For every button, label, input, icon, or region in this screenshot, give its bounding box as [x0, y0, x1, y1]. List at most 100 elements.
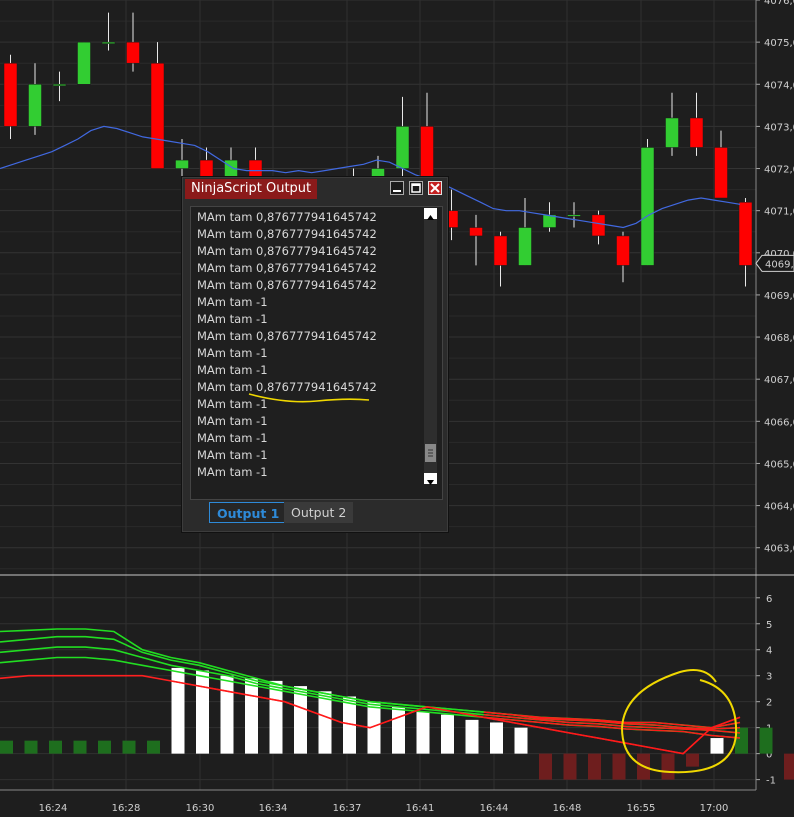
- price-tick-label: 4068,0: [764, 333, 794, 344]
- close-icon: [430, 183, 440, 193]
- candle-body: [3, 62, 18, 127]
- candle-body: [395, 126, 410, 169]
- window-title: NinjaScript Output: [185, 179, 318, 199]
- window-titlebar[interactable]: NinjaScript Output: [183, 178, 447, 199]
- price-tick-label: 4071,0: [764, 207, 794, 218]
- histogram-bar: [514, 727, 528, 754]
- histogram-bar: [269, 680, 283, 754]
- scroll-down-button[interactable]: [424, 473, 437, 485]
- histogram-bar: [24, 740, 38, 754]
- time-tick-label: 17:00: [700, 803, 729, 814]
- scroll-thumb[interactable]: [425, 444, 436, 462]
- histogram-bar: [759, 727, 773, 754]
- histogram-bar: [196, 670, 209, 754]
- price-tick-label: 4069,0: [764, 291, 794, 302]
- histogram-bar: [539, 753, 552, 780]
- indicator-tick-label: 4: [766, 646, 772, 657]
- price-tick-label: 4067,0: [764, 375, 794, 386]
- time-tick-label: 16:34: [259, 803, 288, 814]
- close-button[interactable]: [428, 181, 442, 195]
- candle-body: [126, 41, 140, 64]
- triangle-up-icon: [427, 215, 434, 220]
- current-price-label: 4069,7: [765, 259, 794, 270]
- log-line: MAm tam 0,876777941645742: [197, 227, 377, 241]
- candle-body: [52, 84, 67, 87]
- histogram-bar: [441, 714, 454, 754]
- minimize-button[interactable]: [390, 181, 404, 195]
- indicator-tick-label: 2: [766, 698, 772, 709]
- log-line: MAm tam -1: [197, 465, 268, 479]
- tab-output-1[interactable]: Output 1: [209, 502, 288, 523]
- minimize-icon: [393, 190, 401, 192]
- indicator-tick-label: 6: [766, 594, 772, 605]
- histogram-bar: [661, 753, 675, 780]
- price-tick-label: 4073,0: [764, 122, 794, 133]
- log-line: MAm tam 0,876777941645742: [197, 278, 377, 292]
- histogram-bar: [784, 753, 794, 780]
- candle-body: [77, 41, 91, 85]
- histogram-bar: [318, 691, 332, 754]
- histogram-bar: [245, 678, 258, 754]
- log-scrollbar[interactable]: [424, 208, 437, 485]
- log-line: MAm tam -1: [197, 431, 268, 445]
- histogram-bar: [0, 740, 13, 754]
- histogram-bar: [392, 706, 405, 754]
- price-tick-label: 4075,0: [764, 38, 794, 49]
- log-line: MAm tam 0,876777941645742: [197, 210, 377, 224]
- time-tick-label: 16:41: [406, 803, 435, 814]
- candle-body: [591, 214, 606, 237]
- histogram-bar: [147, 740, 160, 754]
- candle-body: [616, 235, 630, 266]
- log-lines: MAm tam 0,876777941645742 MAm tam 0,8767…: [197, 209, 422, 481]
- histogram-bar: [465, 719, 479, 754]
- log-line: MAm tam 0,876777941645742: [197, 244, 377, 258]
- histogram-bar: [73, 740, 87, 754]
- price-tick-label: 4064,0: [764, 502, 794, 513]
- histogram-bar: [612, 753, 626, 780]
- log-line: MAm tam -1: [197, 295, 268, 309]
- time-tick-label: 16:30: [186, 803, 215, 814]
- ninjascript-output-window[interactable]: NinjaScript Output MAm tam 0,87677794164…: [182, 177, 448, 532]
- log-line: MAm tam -1: [197, 448, 268, 462]
- candle-body: [28, 84, 42, 127]
- price-tick-label: 4063,0: [764, 544, 794, 555]
- candle-body: [665, 117, 679, 148]
- histogram-bar: [294, 686, 307, 754]
- time-tick-label: 16:48: [553, 803, 582, 814]
- price-tick-label: 4076,0: [764, 0, 794, 7]
- tab-output-2[interactable]: Output 2: [284, 502, 354, 523]
- log-line: MAm tam -1: [197, 363, 268, 377]
- candle-body: [518, 227, 532, 266]
- histogram-bar: [49, 740, 62, 754]
- log-line: MAm tam 0,876777941645742: [197, 329, 377, 343]
- time-tick-label: 16:44: [480, 803, 509, 814]
- indicator-tick-label: -1: [766, 776, 776, 787]
- histogram-bar: [710, 738, 724, 754]
- histogram-bar: [122, 740, 136, 754]
- scroll-up-button[interactable]: [424, 208, 437, 220]
- time-tick-label: 16:28: [112, 803, 141, 814]
- log-line: MAm tam -1: [197, 312, 268, 326]
- histogram-bar: [563, 753, 577, 780]
- output-tab-bar: Output 1 Output 2: [183, 500, 447, 524]
- time-tick-label: 16:37: [333, 803, 362, 814]
- candle-body: [714, 147, 728, 199]
- time-tick-label: 16:24: [39, 803, 68, 814]
- indicator-tick-label: 5: [766, 620, 772, 631]
- price-tick-label: 4072,0: [764, 165, 794, 176]
- grip-icon: [428, 449, 433, 457]
- maximize-button[interactable]: [409, 181, 423, 195]
- maximize-icon: [411, 183, 421, 193]
- histogram-bar: [490, 722, 503, 754]
- candle-body: [175, 159, 189, 169]
- time-tick-label: 16:55: [627, 803, 656, 814]
- yellow-underline-annotation: [248, 393, 370, 403]
- candle-body: [101, 41, 116, 44]
- candle-body: [150, 62, 165, 169]
- output-log-panel[interactable]: MAm tam 0,876777941645742 MAm tam 0,8767…: [190, 206, 443, 500]
- candle-body: [640, 147, 655, 266]
- histogram-bar: [588, 753, 601, 780]
- price-tick-label: 4065,0: [764, 459, 794, 470]
- log-line: MAm tam 0,876777941645742: [197, 261, 377, 275]
- indicator-tick-label: 3: [766, 672, 772, 683]
